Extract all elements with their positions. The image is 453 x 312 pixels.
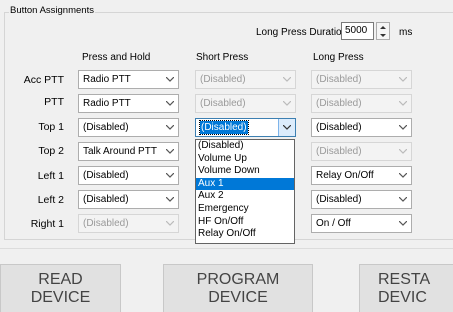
select-value: (Disabled) [200, 98, 246, 109]
group-title: Button Assignments [9, 5, 95, 16]
dropdown-option-relay-on-off[interactable]: Relay On/Off [196, 228, 294, 241]
row-label-left-2: Left 2 [37, 194, 64, 206]
left-1-press-and-hold-select[interactable]: (Disabled) [78, 166, 179, 185]
select-value: Radio PTT [83, 98, 131, 109]
chevron-down-icon[interactable] [162, 167, 178, 184]
dropdown-option-aux-2[interactable]: Aux 2 [196, 190, 294, 203]
row-label-top-1: Top 1 [38, 121, 64, 133]
select-value: Talk Around PTT [83, 146, 157, 157]
restore-device-line1: RESTA [378, 271, 431, 288]
divider [0, 248, 453, 249]
dropdown-option-hf-on-off[interactable]: HF On/Off [196, 216, 294, 229]
top-1-press-and-hold-select[interactable]: (Disabled) [78, 118, 179, 137]
right-1-long-press-select[interactable]: On / Off [311, 214, 412, 233]
row-label-right-1: Right 1 [30, 218, 64, 230]
chevron-down-icon [162, 215, 178, 232]
chevron-down-icon[interactable] [278, 119, 295, 136]
duration-unit: ms [399, 27, 413, 38]
ptt-short-press-select: (Disabled) [195, 94, 296, 113]
top-1-short-press-select[interactable]: (Disabled) [195, 118, 296, 137]
spin-down-icon[interactable] [377, 31, 389, 39]
left-1-long-press-select[interactable]: Relay On/Off [311, 166, 412, 185]
dropdown-option-volume-down[interactable]: Volume Down [196, 165, 294, 178]
row-label-ptt: PTT [44, 96, 64, 108]
program-device-line1: PROGRAM [196, 271, 280, 288]
program-device-button[interactable]: PROGRAM DEVICE [163, 264, 313, 312]
dropdown-option-volume-up[interactable]: Volume Up [196, 153, 294, 166]
chevron-down-icon[interactable] [162, 143, 178, 160]
ptt-long-press-select: (Disabled) [311, 94, 412, 113]
col-header-press-and-hold: Press and Hold [82, 52, 151, 63]
restore-device-button[interactable]: RESTA DEVIC [359, 264, 453, 312]
duration-spinner[interactable] [376, 22, 390, 40]
program-device-line2: DEVICE [208, 289, 268, 306]
select-value: (Disabled) [316, 98, 362, 109]
row-label-left-1: Left 1 [37, 170, 64, 182]
chevron-down-icon[interactable] [395, 215, 411, 232]
read-device-line1: READ [38, 271, 83, 288]
select-value: (Disabled) [83, 170, 129, 181]
select-value: On / Off [316, 218, 351, 229]
chevron-down-icon[interactable] [395, 191, 411, 208]
long-press-duration-input[interactable]: 5000 [341, 22, 374, 40]
ptt-press-and-hold-select[interactable]: Radio PTT [78, 94, 179, 113]
read-device-button[interactable]: READ DEVICE [0, 264, 121, 312]
acc-ptt-press-and-hold-select[interactable]: Radio PTT [78, 70, 179, 89]
select-value: (Disabled) [199, 120, 249, 135]
select-value: (Disabled) [200, 74, 246, 85]
chevron-down-icon [395, 71, 411, 88]
col-header-long-press: Long Press [313, 52, 364, 63]
left-2-press-and-hold-select[interactable]: (Disabled) [78, 190, 179, 209]
acc-ptt-long-press-select: (Disabled) [311, 70, 412, 89]
chevron-down-icon [395, 143, 411, 160]
col-header-short-press: Short Press [196, 52, 249, 63]
select-value: (Disabled) [83, 122, 129, 133]
long-press-duration-label: Long Press Duration [256, 27, 348, 38]
right-1-press-and-hold-select: (Disabled) [78, 214, 179, 233]
left-2-long-press-select[interactable]: (Disabled) [311, 190, 412, 209]
select-value: (Disabled) [316, 122, 362, 133]
select-value: (Disabled) [316, 146, 362, 157]
chevron-down-icon[interactable] [162, 119, 178, 136]
dropdown-option-disabled[interactable]: (Disabled) [196, 140, 294, 153]
row-label-acc-ptt: Acc PTT [23, 74, 64, 86]
select-value: (Disabled) [316, 194, 362, 205]
chevron-down-icon[interactable] [162, 71, 178, 88]
chevron-down-icon[interactable] [162, 95, 178, 112]
select-value: (Disabled) [83, 194, 129, 205]
chevron-down-icon [279, 71, 295, 88]
select-value: Relay On/Off [316, 170, 374, 181]
dropdown-option-aux-1[interactable]: Aux 1 [196, 177, 294, 191]
chevron-down-icon[interactable] [395, 119, 411, 136]
select-value: (Disabled) [83, 218, 129, 229]
read-device-line2: DEVICE [30, 289, 91, 306]
chevron-down-icon [279, 95, 295, 112]
acc-ptt-short-press-select: (Disabled) [195, 70, 296, 89]
top-2-press-and-hold-select[interactable]: Talk Around PTT [78, 142, 179, 161]
select-value: Radio PTT [83, 74, 131, 85]
top-1-long-press-select[interactable]: (Disabled) [311, 118, 412, 137]
row-label-top-2: Top 2 [38, 145, 64, 157]
dropdown-option-emergency[interactable]: Emergency [196, 203, 294, 216]
chevron-down-icon[interactable] [395, 167, 411, 184]
chevron-down-icon[interactable] [162, 191, 178, 208]
short-press-dropdown-list[interactable]: (Disabled) Volume Up Volume Down Aux 1 A… [195, 139, 295, 244]
chevron-down-icon [395, 95, 411, 112]
spin-up-icon[interactable] [377, 23, 389, 31]
restore-device-line2: DEVIC [378, 289, 427, 306]
select-value: (Disabled) [316, 74, 362, 85]
top-2-long-press-select: (Disabled) [311, 142, 412, 161]
